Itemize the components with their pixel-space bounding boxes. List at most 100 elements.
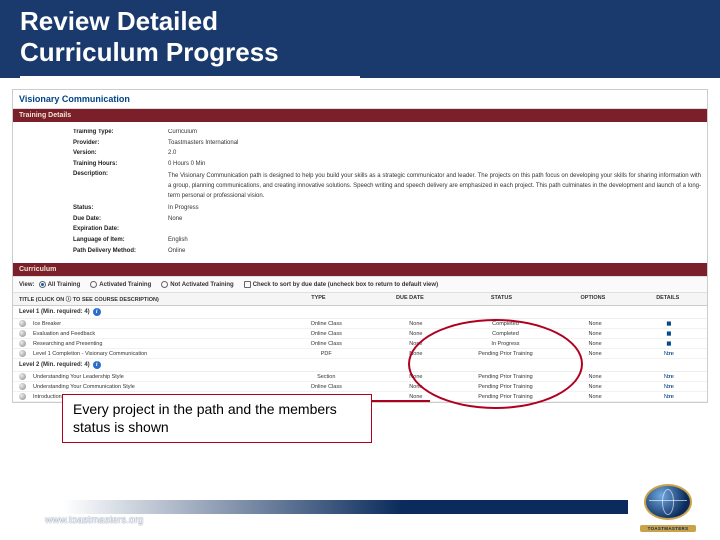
row-status: Pending Prior Training — [457, 384, 555, 390]
toastmasters-logo: TOASTMASTERS — [640, 484, 696, 530]
path-title: Visionary Communication — [13, 90, 707, 109]
row-title: Understanding Your Leadership Style — [29, 374, 277, 380]
hours-label: Training Hours: — [73, 160, 168, 170]
row-options: None — [554, 384, 635, 390]
col-type: TYPE — [269, 295, 369, 303]
row-type: Online Class — [277, 341, 375, 347]
delivery-label: Path Delivery Method: — [73, 247, 168, 257]
level-heading: Level 2 (Min. required: 4)i — [13, 359, 707, 372]
row-type: Online Class — [277, 384, 375, 390]
info-icon[interactable]: i — [93, 361, 101, 369]
col-title: TITLE (CLICK ON ⓘ TO SEE COURSE DESCRIPT… — [19, 295, 269, 303]
row-status: Completed — [457, 321, 555, 327]
row-details[interactable]: None — [636, 384, 701, 390]
version-value: 2.0 — [168, 149, 701, 159]
row-due: None — [375, 394, 456, 400]
training-details-block: Training Type:Curriculum Provider:Toastm… — [13, 122, 707, 263]
row-status: Pending Prior Training — [457, 394, 555, 400]
expiration-label: Expiration Date: — [73, 225, 168, 235]
row-details[interactable]: None — [636, 374, 701, 380]
row-title: Researching and Presenting — [29, 341, 277, 347]
radio-not-activated-training[interactable]: Not Activated Training — [161, 281, 233, 288]
row-options: None — [554, 341, 635, 347]
row-details[interactable]: ▮▮ — [636, 331, 701, 337]
description-value: The Visionary Communication path is desi… — [168, 172, 701, 201]
curriculum-row: Researching and Presenting Online Class … — [13, 339, 707, 349]
slide-title: Review Detailed Curriculum Progress — [20, 6, 360, 78]
language-label: Language of Item: — [73, 236, 168, 246]
curriculum-header: Curriculum — [13, 263, 707, 276]
row-due: None — [375, 374, 456, 380]
col-details: DETAILS — [634, 295, 701, 303]
expand-toggle-icon[interactable] — [19, 383, 26, 390]
hours-value: 0 Hours 0 Min — [168, 160, 701, 170]
radio-dot-icon — [39, 281, 46, 288]
provider-value: Toastmasters International — [168, 139, 701, 149]
expiration-value — [168, 225, 701, 235]
row-due: None — [375, 321, 456, 327]
row-status: In Progress — [457, 341, 555, 347]
row-title: Understanding Your Communication Style — [29, 384, 277, 390]
row-options: None — [554, 331, 635, 337]
checkbox-sort-by-due[interactable]: Check to sort by due date (uncheck box t… — [244, 281, 438, 288]
row-status: Completed — [457, 331, 555, 337]
curriculum-table-header: TITLE (CLICK ON ⓘ TO SEE COURSE DESCRIPT… — [13, 293, 707, 306]
row-due: None — [375, 384, 456, 390]
expand-toggle-icon[interactable] — [19, 350, 26, 357]
status-label: Status: — [73, 204, 168, 214]
globe-icon — [644, 484, 692, 520]
provider-label: Provider: — [73, 139, 168, 149]
training-type-label: Training Type: — [73, 128, 168, 138]
row-options: None — [554, 374, 635, 380]
expand-toggle-icon[interactable] — [19, 340, 26, 347]
row-details[interactable]: ▮▮ — [636, 341, 701, 347]
training-details-header: Training Details — [13, 109, 707, 122]
annotation-caption: Every project in the path and the member… — [62, 394, 372, 443]
row-details[interactable]: ▮▮ — [636, 321, 701, 327]
slide-title-bar: Review Detailed Curriculum Progress — [0, 0, 720, 81]
view-label: View: — [19, 282, 35, 288]
curriculum-row: Understanding Your Leadership Style Sect… — [13, 372, 707, 382]
row-options: None — [554, 351, 635, 357]
col-options: OPTIONS — [551, 295, 634, 303]
status-value: In Progress — [168, 204, 701, 214]
col-status: STATUS — [452, 295, 552, 303]
radio-dot-icon — [161, 281, 168, 288]
radio-all-training[interactable]: All Training — [39, 281, 81, 288]
curriculum-row: Evaluation and Feedback Online Class Non… — [13, 329, 707, 339]
training-type-value: Curriculum — [168, 128, 701, 138]
expand-toggle-icon[interactable] — [19, 393, 26, 400]
radio-activated-training[interactable]: Activated Training — [90, 281, 151, 288]
row-title: Level 1 Completion - Visionary Communica… — [29, 351, 277, 357]
expand-toggle-icon[interactable] — [19, 320, 26, 327]
row-title: Evaluation and Feedback — [29, 331, 277, 337]
radio-dot-icon — [90, 281, 97, 288]
row-due: None — [375, 331, 456, 337]
expand-toggle-icon[interactable] — [19, 373, 26, 380]
row-type: Online Class — [277, 321, 375, 327]
row-due: None — [375, 351, 456, 357]
curriculum-screenshot: Visionary Communication Training Details… — [12, 89, 708, 403]
row-options: None — [554, 321, 635, 327]
row-details[interactable]: None — [636, 394, 701, 400]
row-type: Online Class — [277, 331, 375, 337]
checkbox-icon — [244, 281, 251, 288]
row-status: Pending Prior Training — [457, 351, 555, 357]
row-type: PDF — [277, 351, 375, 357]
footer-url: www.toastmasters.org — [45, 515, 143, 526]
curriculum-row: Level 1 Completion - Visionary Communica… — [13, 349, 707, 359]
delivery-value: Online — [168, 247, 701, 257]
level-heading: Level 1 (Min. required: 4)i — [13, 306, 707, 319]
row-details[interactable]: None — [636, 351, 701, 357]
footer-stripe — [64, 500, 628, 514]
row-due: None — [375, 341, 456, 347]
row-status: Pending Prior Training — [457, 374, 555, 380]
language-value: English — [168, 236, 701, 246]
row-type: Section — [277, 374, 375, 380]
due-date-label: Due Date: — [73, 215, 168, 225]
curriculum-row: Ice Breaker Online Class None Completed … — [13, 319, 707, 329]
curriculum-table-body: Level 1 (Min. required: 4)i Ice Breaker … — [13, 306, 707, 402]
view-filter-row: View: All Training Activated Training No… — [13, 276, 707, 293]
info-icon[interactable]: i — [93, 308, 101, 316]
expand-toggle-icon[interactable] — [19, 330, 26, 337]
